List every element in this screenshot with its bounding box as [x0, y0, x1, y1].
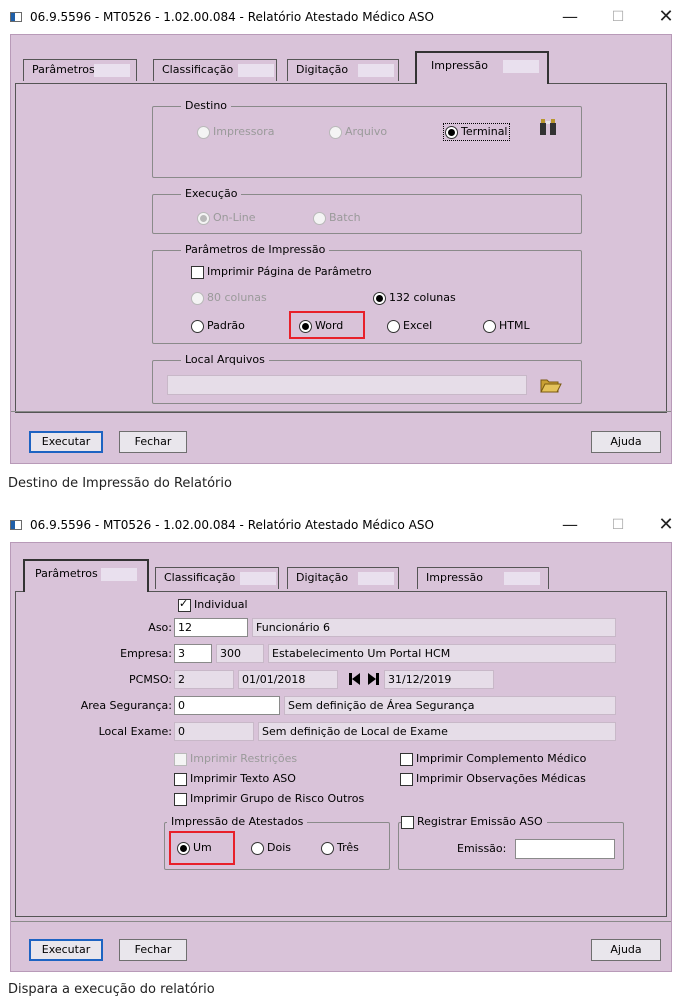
- radio-batch[interactable]: Batch: [313, 211, 361, 225]
- um-highlight: [169, 831, 235, 865]
- tab-panel: Individual Aso: 12 Funcionário 6 Empresa…: [15, 591, 667, 917]
- destino-group: Destino Impressora Arquivo Terminal: [152, 99, 582, 178]
- caption-2: Dispara a execução do relatório: [8, 982, 215, 997]
- emissao-input[interactable]: [515, 839, 615, 859]
- radio-tres[interactable]: Três: [321, 841, 359, 855]
- close-button[interactable]: ✕: [644, 4, 682, 30]
- imprimir-pagina-parametro-checkbox[interactable]: Imprimir Página de Parâmetro: [191, 265, 372, 279]
- registrar-emissao-group: Registrar Emissão ASO Emissão:: [398, 815, 624, 870]
- printer-setup-icon[interactable]: [538, 117, 560, 137]
- destino-label: Destino: [181, 99, 232, 112]
- separator: [11, 921, 671, 922]
- radio-arquivo[interactable]: Arquivo: [329, 125, 387, 139]
- tab-classificacao[interactable]: Classificação: [155, 567, 279, 589]
- individual-checkbox[interactable]: Individual: [178, 597, 248, 612]
- empresa-description: Estabelecimento Um Portal HCM: [268, 644, 616, 663]
- radio-dois[interactable]: Dois: [251, 841, 291, 855]
- minimize-button[interactable]: —: [548, 512, 592, 538]
- aso-input[interactable]: 12: [174, 618, 248, 637]
- separator: [11, 411, 671, 412]
- tab-impressao[interactable]: Impressão: [417, 567, 549, 589]
- parametros-impressao-label: Parâmetros de Impressão: [181, 243, 330, 256]
- tab-digitacao[interactable]: Digitação: [287, 567, 399, 589]
- pcmso-input[interactable]: 2: [174, 670, 234, 689]
- aso-label: Aso:: [148, 621, 172, 634]
- title-bar: 06.9.5596 - MT0526 - 1.02.00.084 - Relat…: [0, 0, 682, 34]
- radio-on-line[interactable]: On-Line: [197, 211, 256, 225]
- imprimir-grupo-risco-checkbox[interactable]: Imprimir Grupo de Risco Outros: [174, 792, 364, 806]
- empresa-label: Empresa:: [120, 647, 172, 660]
- tab-impressao[interactable]: Impressão: [415, 51, 549, 84]
- area-seguranca-description: Sem definição de Área Segurança: [284, 696, 616, 715]
- local-exame-description: Sem definição de Local de Exame: [258, 722, 616, 741]
- folder-open-icon[interactable]: [537, 373, 563, 397]
- maximize-button[interactable]: ☐: [596, 512, 640, 538]
- radio-impressora[interactable]: Impressora: [197, 125, 274, 139]
- title-bar: 06.9.5596 - MT0526 - 1.02.00.084 - Relat…: [0, 508, 682, 542]
- caption-1: Destino de Impressão do Relatório: [8, 476, 232, 491]
- impressao-atestados-group: Impressão de Atestados Um Dois Três: [164, 815, 390, 870]
- word-highlight: [289, 311, 365, 339]
- window-1: 06.9.5596 - MT0526 - 1.02.00.084 - Relat…: [0, 0, 682, 500]
- local-arquivos-input[interactable]: [167, 375, 527, 395]
- ajuda-button[interactable]: Ajuda: [591, 939, 661, 961]
- window-title: 06.9.5596 - MT0526 - 1.02.00.084 - Relat…: [30, 10, 434, 24]
- pcmso-date-start: 01/01/2018: [238, 670, 338, 689]
- impressao-atestados-label: Impressão de Atestados: [167, 815, 308, 828]
- aso-description: Funcionário 6: [252, 618, 616, 637]
- execucao-group: Execução On-Line Batch: [152, 187, 582, 234]
- local-exame-label: Local Exame:: [98, 725, 172, 738]
- close-button[interactable]: ✕: [644, 512, 682, 538]
- tab-parametros[interactable]: Parâmetros: [23, 59, 137, 81]
- next-record-icon[interactable]: [366, 672, 380, 686]
- imprimir-texto-aso-checkbox[interactable]: Imprimir Texto ASO: [174, 772, 296, 786]
- tab-panel: Destino Impressora Arquivo Terminal Exec…: [15, 83, 667, 413]
- radio-padrao[interactable]: Padrão: [191, 319, 245, 333]
- empresa-input[interactable]: 3: [174, 644, 212, 663]
- pcmso-label: PCMSO:: [129, 673, 172, 686]
- radio-html[interactable]: HTML: [483, 319, 530, 333]
- window-2: 06.9.5596 - MT0526 - 1.02.00.084 - Relat…: [0, 508, 682, 1005]
- radio-terminal[interactable]: Terminal: [443, 123, 510, 141]
- ajuda-button[interactable]: Ajuda: [591, 431, 661, 453]
- imprimir-complemento-medico-checkbox[interactable]: Imprimir Complemento Médico: [400, 752, 586, 766]
- app-icon: [10, 520, 22, 530]
- app-icon: [10, 12, 22, 22]
- radio-80-colunas[interactable]: 80 colunas: [191, 291, 267, 305]
- area-seguranca-label: Area Segurança:: [80, 699, 172, 712]
- radio-excel[interactable]: Excel: [387, 319, 432, 333]
- local-arquivos-label: Local Arquivos: [181, 353, 269, 366]
- window-title: 06.9.5596 - MT0526 - 1.02.00.084 - Relat…: [30, 518, 434, 532]
- parametros-impressao-group: Parâmetros de Impressão Imprimir Página …: [152, 243, 582, 344]
- maximize-button[interactable]: ☐: [596, 4, 640, 30]
- previous-record-icon[interactable]: [348, 672, 362, 686]
- area-seguranca-input[interactable]: 0: [174, 696, 280, 715]
- pcmso-date-end: 31/12/2019: [384, 670, 494, 689]
- emissao-label: Emissão:: [457, 842, 507, 855]
- dialog-body: Parâmetros Classificação Digitação Impre…: [10, 542, 672, 972]
- executar-button[interactable]: Executar: [29, 939, 103, 961]
- tab-digitacao[interactable]: Digitação: [287, 59, 399, 81]
- fechar-button[interactable]: Fechar: [119, 431, 187, 453]
- imprimir-observacoes-medicas-checkbox[interactable]: Imprimir Observações Médicas: [400, 772, 586, 786]
- tab-classificacao[interactable]: Classificação: [153, 59, 277, 81]
- registrar-emissao-checkbox[interactable]: Registrar Emissão ASO: [401, 815, 547, 829]
- imprimir-restricoes-checkbox[interactable]: Imprimir Restrições: [174, 752, 297, 766]
- fechar-button[interactable]: Fechar: [119, 939, 187, 961]
- execucao-label: Execução: [181, 187, 242, 200]
- empresa-code: 300: [216, 644, 264, 663]
- minimize-button[interactable]: —: [548, 4, 592, 30]
- tab-parametros[interactable]: Parâmetros: [23, 559, 149, 592]
- executar-button[interactable]: Executar: [29, 431, 103, 453]
- radio-132-colunas[interactable]: 132 colunas: [373, 291, 456, 305]
- local-exame-input[interactable]: 0: [174, 722, 254, 741]
- dialog-body: Parâmetros Classificação Digitação Impre…: [10, 34, 672, 464]
- local-arquivos-group: Local Arquivos: [152, 353, 582, 404]
